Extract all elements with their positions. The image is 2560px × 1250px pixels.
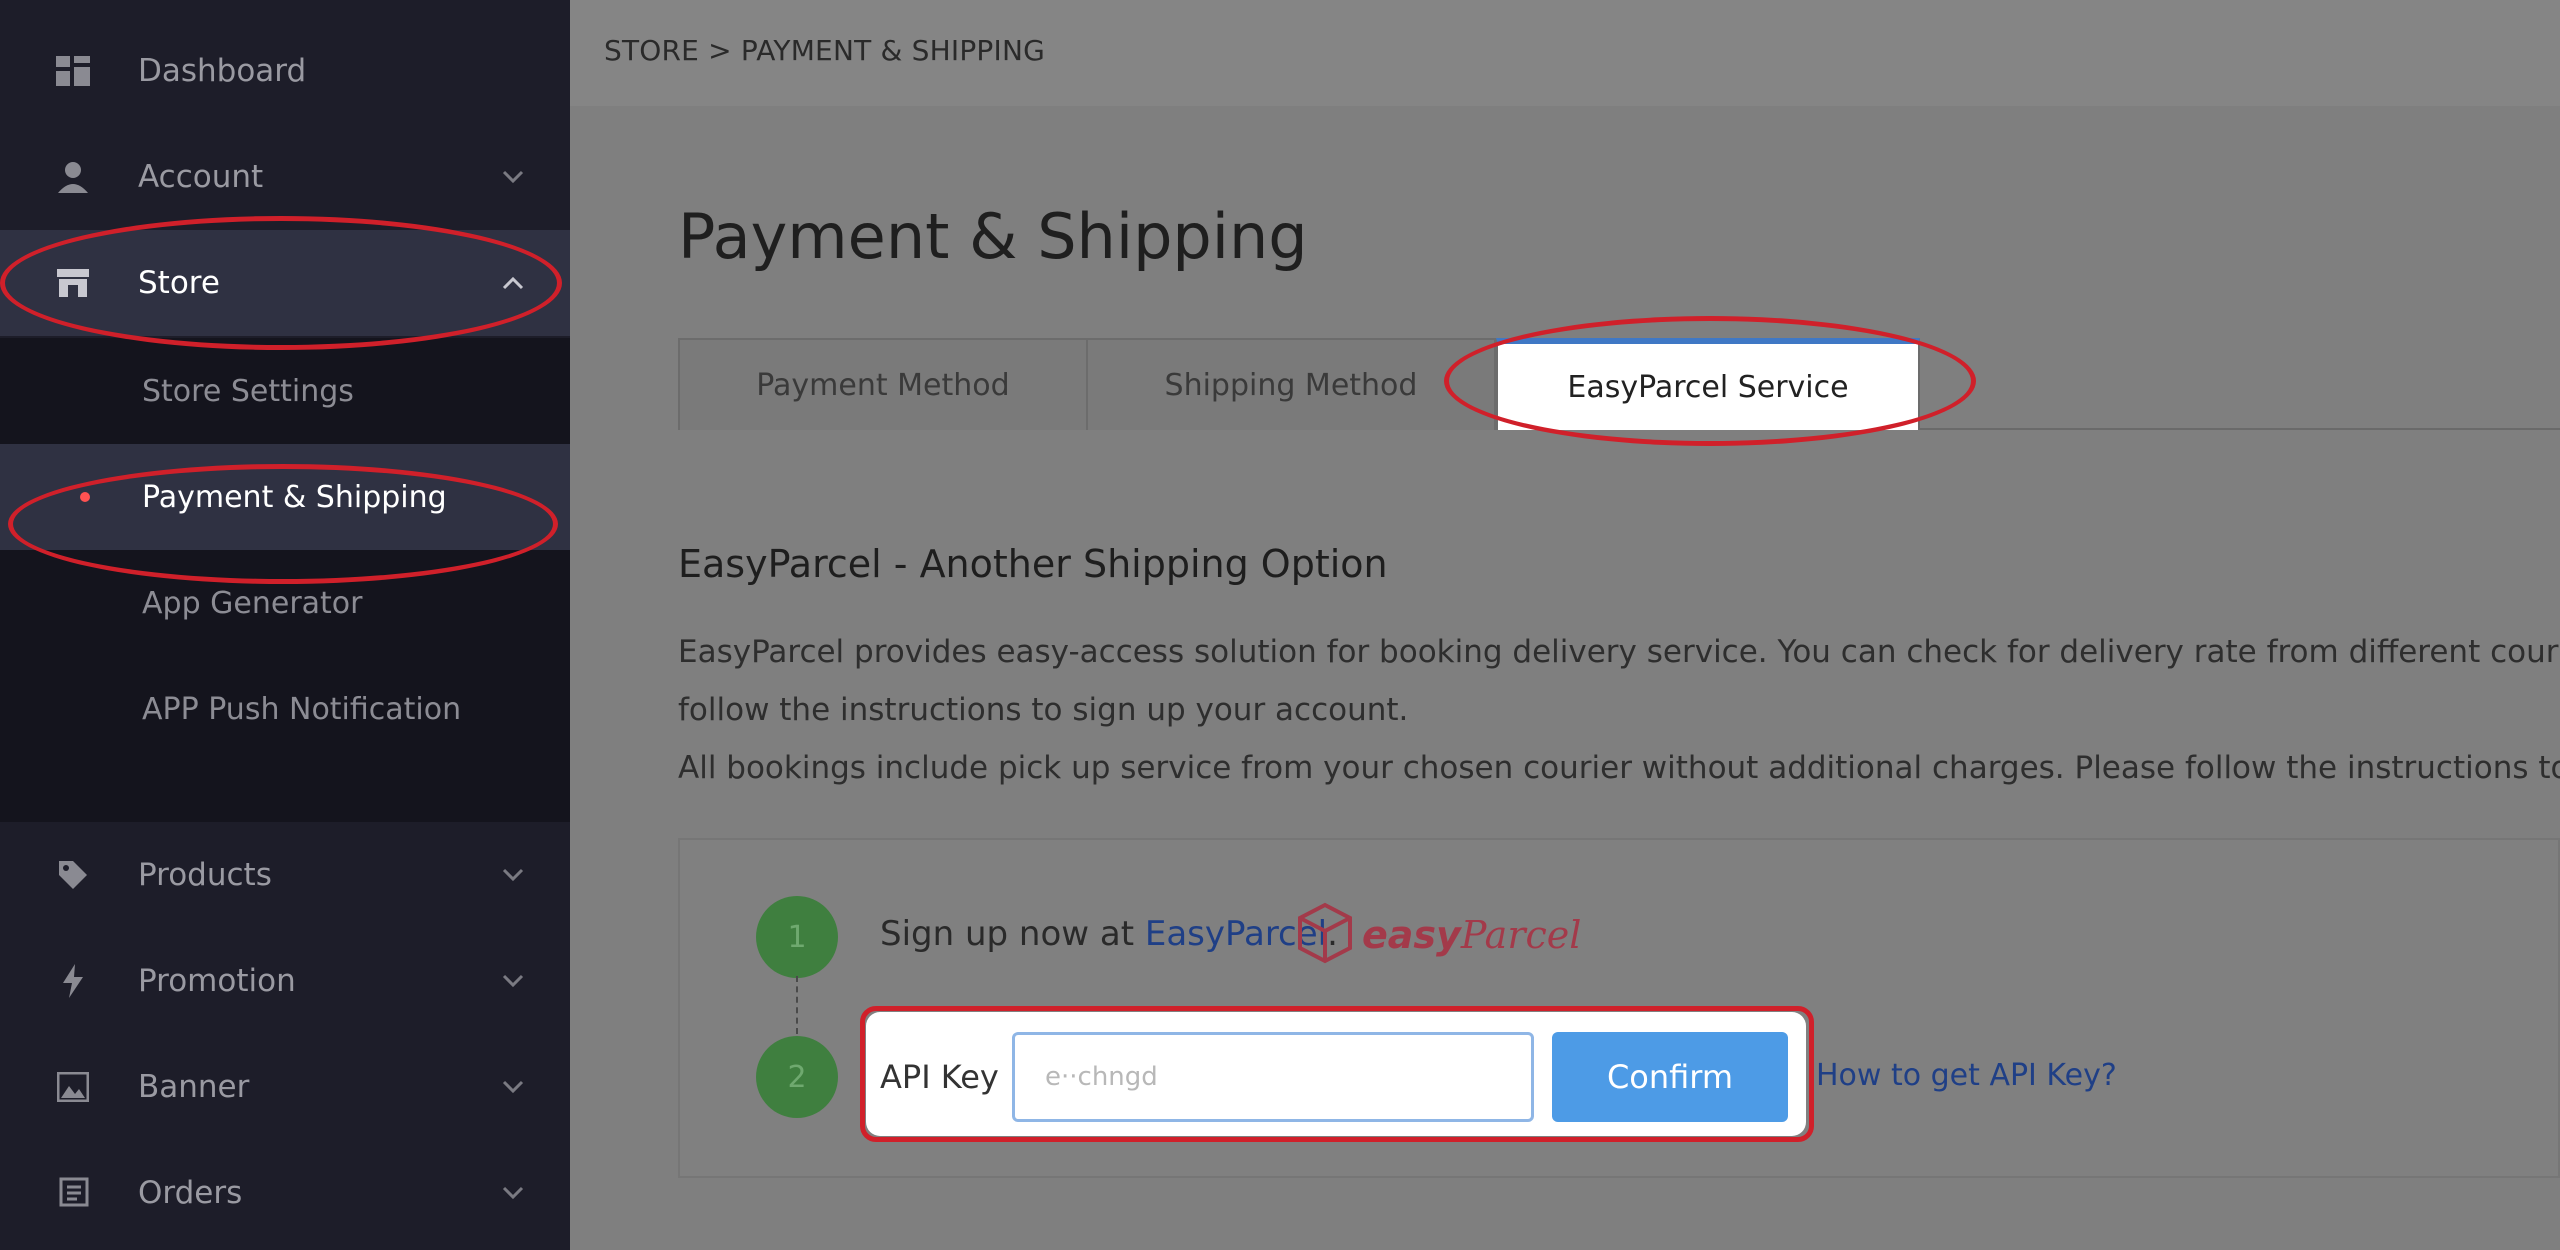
chevron-down-icon <box>500 1180 526 1206</box>
sidebar-item-banner[interactable]: Banner <box>0 1034 570 1140</box>
easyparcel-logo[interactable]: easyParcel <box>1296 902 1581 968</box>
sidebar-item-label: Account <box>138 159 264 195</box>
submenu-item-label: Payment & Shipping <box>142 479 447 515</box>
tab-easyparcel-service[interactable]: EasyParcel Service <box>1496 338 1920 430</box>
submenu-item-app-generator[interactable]: App Generator <box>0 550 570 656</box>
description-line-1: EasyParcel provides easy-access solution… <box>678 634 2560 670</box>
orders-icon <box>56 1176 90 1210</box>
user-icon <box>56 160 90 194</box>
active-dot-icon <box>80 492 90 502</box>
submenu-item-label: APP Push Notification <box>142 691 462 727</box>
submenu-item-label: App Generator <box>142 585 363 621</box>
sidebar-item-label: Store <box>138 265 220 301</box>
sidebar: Dashboard Account Store Store Settings P… <box>0 0 570 1250</box>
sidebar-item-label: Dashboard <box>138 53 307 89</box>
sidebar-item-orders[interactable]: Orders <box>0 1140 570 1246</box>
step-2-badge: 2 <box>756 1036 838 1118</box>
page-title: Payment & Shipping <box>678 200 1308 273</box>
tab-label: Shipping Method <box>1164 367 1418 403</box>
chevron-down-icon <box>500 1074 526 1100</box>
submenu-item-payment-shipping[interactable]: Payment & Shipping <box>0 444 570 550</box>
api-key-label: API Key <box>880 1058 999 1096</box>
signup-prefix: Sign up now at <box>880 914 1145 954</box>
api-key-help-link[interactable]: How to get API Key? <box>1816 1058 2117 1093</box>
confirm-button[interactable]: Confirm <box>1552 1032 1788 1122</box>
step-1-badge: 1 <box>756 896 838 978</box>
api-key-input[interactable] <box>1012 1032 1534 1122</box>
section-title: EasyParcel - Another Shipping Option <box>678 542 1388 586</box>
description-line-2: follow the instructions to sign up your … <box>678 692 1409 728</box>
store-icon <box>56 266 90 300</box>
step-connector <box>796 976 798 1034</box>
logo-wordmark: easyParcel <box>1362 913 1582 957</box>
tab-bar: Payment Method Shipping Method EasyParce… <box>678 338 2560 430</box>
sidebar-item-store[interactable]: Store <box>0 230 570 336</box>
tab-label: Payment Method <box>756 367 1010 403</box>
chevron-up-icon <box>500 270 526 296</box>
tab-label: EasyParcel Service <box>1567 369 1849 405</box>
dashboard-icon <box>56 54 90 88</box>
submenu-item-label: Store Settings <box>142 373 354 409</box>
image-icon <box>56 1070 90 1104</box>
sidebar-item-label: Banner <box>138 1069 250 1105</box>
top-bar: STORE > PAYMENT & SHIPPING <box>570 0 2560 106</box>
tag-icon <box>56 858 90 892</box>
store-submenu: Store Settings Payment & Shipping App Ge… <box>0 338 570 822</box>
tab-shipping-method[interactable]: Shipping Method <box>1086 338 1496 430</box>
signup-text: Sign up now at EasyParcel. <box>880 914 1338 954</box>
sidebar-item-account[interactable]: Account <box>0 124 570 230</box>
sidebar-item-label: Orders <box>138 1175 243 1211</box>
bolt-icon <box>56 964 90 998</box>
sidebar-item-products[interactable]: Products <box>0 822 570 928</box>
chevron-down-icon <box>500 968 526 994</box>
description-line-3: All bookings include pick up service fro… <box>678 750 2560 786</box>
submenu-item-store-settings[interactable]: Store Settings <box>0 338 570 444</box>
breadcrumb: STORE > PAYMENT & SHIPPING <box>604 34 1045 67</box>
sidebar-item-label: Promotion <box>138 963 296 999</box>
sidebar-item-dashboard[interactable]: Dashboard <box>0 18 570 124</box>
chevron-down-icon <box>500 164 526 190</box>
parcel-box-icon <box>1296 902 1354 968</box>
submenu-item-app-push-notification[interactable]: APP Push Notification <box>0 656 570 762</box>
chevron-down-icon <box>500 862 526 888</box>
tab-payment-method[interactable]: Payment Method <box>678 338 1088 430</box>
sidebar-item-promotion[interactable]: Promotion <box>0 928 570 1034</box>
sidebar-item-label: Products <box>138 857 272 893</box>
